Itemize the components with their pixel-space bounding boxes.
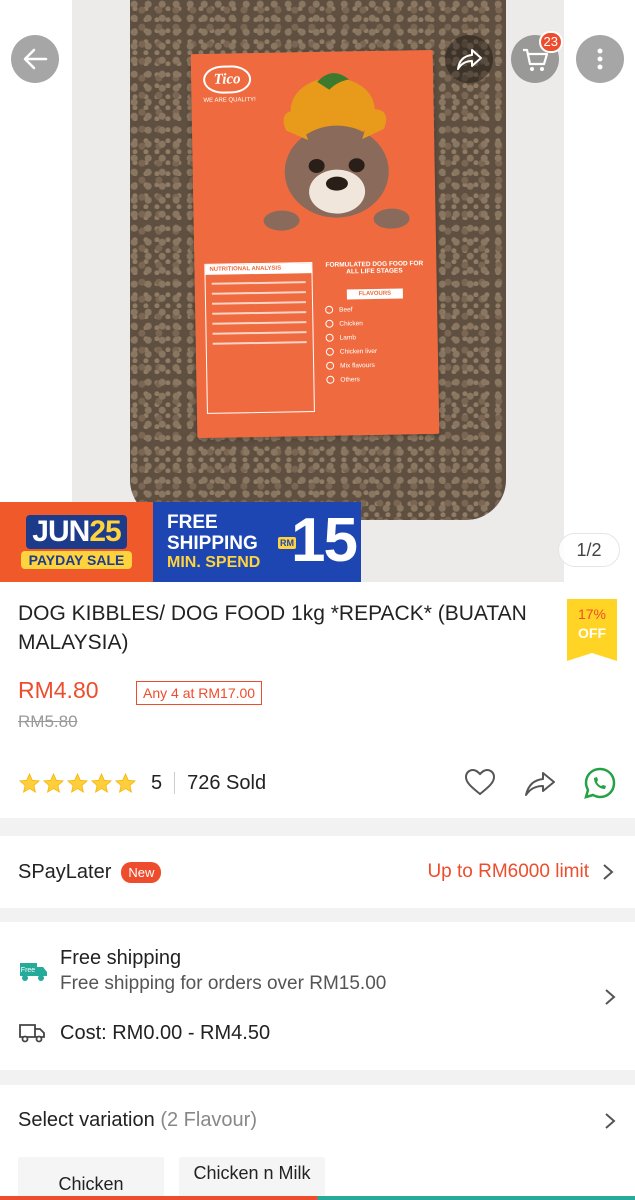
shipping-cost: Cost: RM0.00 - RM4.50 [60,1022,271,1044]
formula-panel: FORMULATED DOG FOOD FOR ALL LIFE STAGES … [320,260,430,390]
promo-banner[interactable]: JUN 25 PAYDAY SALE FREE SHIPPING MIN. SPE… [0,502,361,582]
star-icon [90,772,113,793]
product-photo: Tico WE ARE QUALITY! NUTRITIONAL ANALYSI… [72,0,564,582]
divider [174,772,176,794]
star-icon [66,772,89,793]
promo-min-spend: MIN. SPEND [167,554,261,571]
rating-row: 5 726 Sold [18,766,617,800]
sold-count: 726 Sold [187,771,267,794]
chevron-right-icon [605,989,616,1005]
flavour-option: Chicken [325,318,425,328]
truck-icon [19,1024,45,1043]
section-divider [0,908,635,922]
free-shipping-promo: FREE SHIPPING MIN. SPEND RM 15 [153,502,361,582]
flavours-heading: FLAVOURS [346,288,403,300]
rating-value: 5 [151,771,163,794]
promo-amount: 15 [291,506,358,575]
shipping-section[interactable]: Free Free shipping Free shipping for ord… [0,922,635,1070]
flavour-option: Beef [325,304,425,314]
whatsapp-icon[interactable] [583,766,617,800]
back-button[interactable] [11,35,59,83]
rating-stars [18,772,137,795]
chevron-right-icon [605,1113,616,1129]
promo-free: FREE [167,512,218,533]
new-badge: New [121,861,162,883]
shipping-subtitle: Free shipping for orders over RM15.00 [60,973,387,994]
star-icon [42,772,65,793]
flavour-option: Chicken liver [325,346,426,356]
flavour-option: Mix flavours [326,360,426,370]
formula-heading: FORMULATED DOG FOOD FOR ALL LIFE STAGES [325,260,424,276]
variation-option-chicken[interactable]: Chicken [18,1157,164,1200]
section-divider [0,818,635,836]
variation-section[interactable]: Select variation (2 Flavour) Chicken Chi… [0,1085,635,1200]
product-title: DOG KIBBLES/ DOG FOOD 1kg *REPACK* (BUAT… [18,602,527,654]
promo-day: 25 [89,515,121,548]
star-icon [114,772,137,793]
variation-option-chicken-n-milk[interactable]: Chicken n Milk [179,1157,325,1200]
cart-button[interactable]: 23 [511,31,563,83]
brand-logo: Tico [202,65,252,94]
share-icon[interactable] [523,766,557,800]
free-badge-text: Free [21,967,36,974]
arrow-left-icon [23,48,48,70]
share-icon [457,49,482,70]
chevron-right-icon [603,864,614,880]
variation-count: (2 Flavour) [160,1109,258,1131]
nutrition-heading: NUTRITIONAL ANALYSIS [205,263,312,275]
bag-label: Tico WE ARE QUALITY! NUTRITIONAL ANALYSI… [190,49,440,439]
discount-percent: 17% [577,606,607,622]
heart-icon[interactable] [463,766,497,800]
section-divider [0,1070,635,1085]
image-pager: 1/2 [558,533,620,567]
discount-badge: 17% OFF [567,599,617,661]
discount-word: OFF [578,625,606,641]
flavour-option: Lamb [325,332,426,342]
brand-tagline: WE ARE QUALITY! [203,97,256,104]
product-image-carousel[interactable]: Tico WE ARE QUALITY! NUTRITIONAL ANALYSI… [0,0,635,582]
shipping-title: Free shipping [60,947,182,969]
payday-sale-label: PAYDAY SALE [20,551,133,569]
dog-illustration [263,73,410,231]
star-icon [18,772,41,793]
bundle-deal-tag[interactable]: Any 4 at RM17.00 [136,681,263,705]
flavour-option: Others [326,374,426,384]
promo-month: JUN [32,515,90,548]
cart-count-badge: 23 [538,31,563,53]
free-shipping-truck-icon: Free [20,963,47,981]
current-price: RM4.80 [18,677,99,703]
spaylater-limit: Up to RM6000 limit [427,861,589,882]
nutrition-panel: NUTRITIONAL ANALYSIS [204,262,315,414]
share-button[interactable] [445,35,493,83]
bottom-bar-edge [0,1196,635,1200]
spaylater-label: SPayLater [18,860,112,883]
more-options-button[interactable] [576,35,624,83]
more-vertical-icon [597,48,603,70]
original-price: RM5.80 [18,712,78,731]
variation-title: Select variation [18,1109,155,1131]
payday-sale-badge: JUN 25 PAYDAY SALE [0,502,153,582]
spaylater-row[interactable]: SPayLater New Up to RM6000 limit [0,836,635,908]
promo-shipping: SHIPPING [167,533,258,554]
